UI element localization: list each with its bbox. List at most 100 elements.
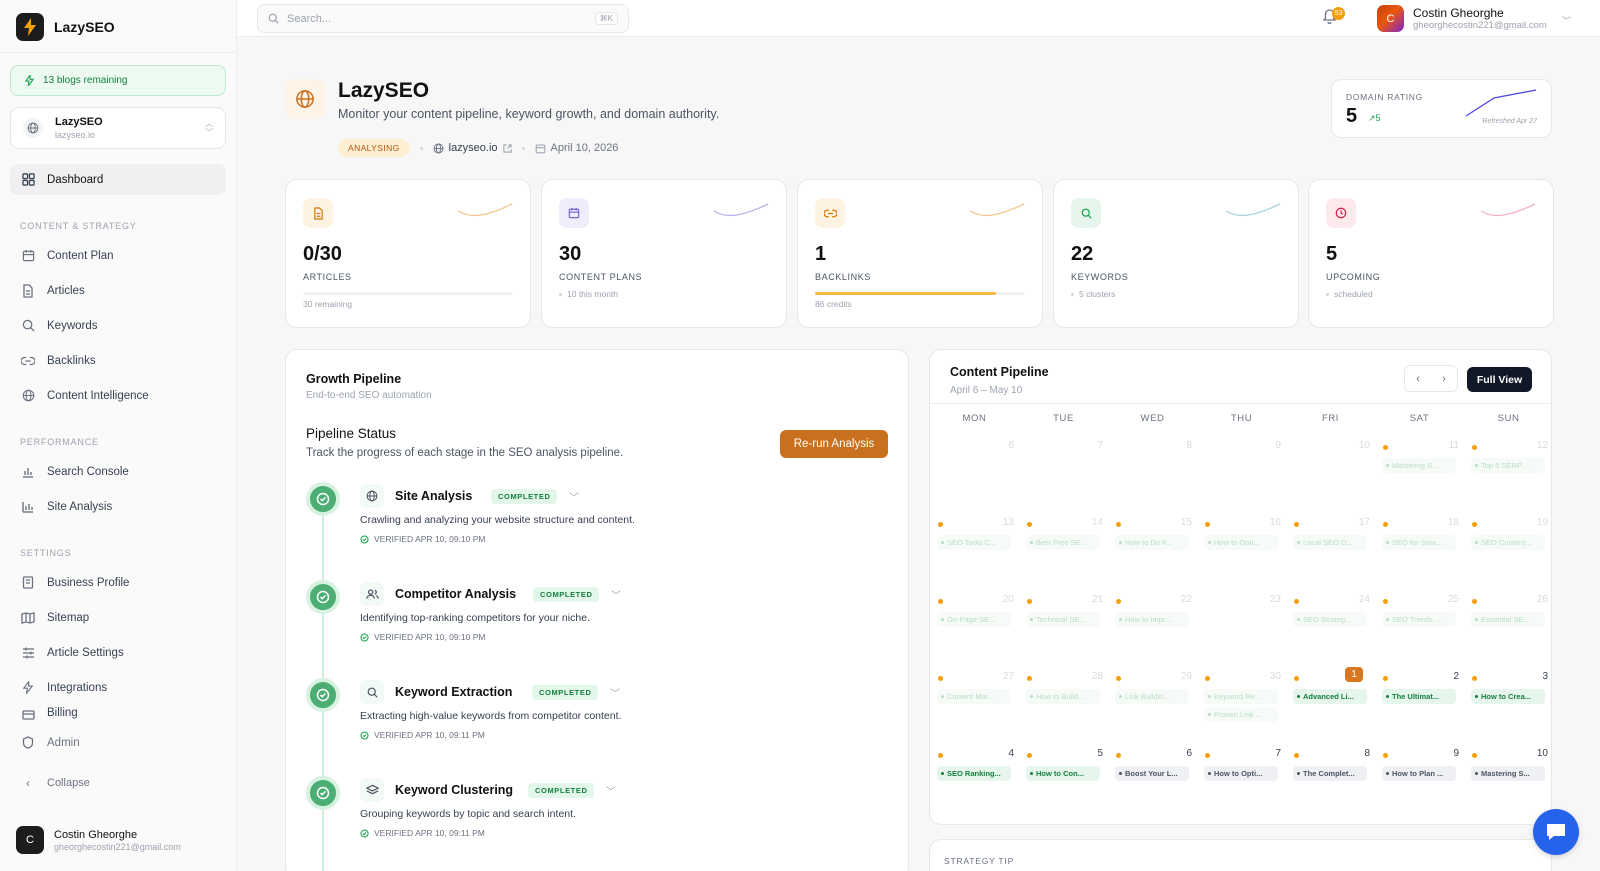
sidebar-item-search-console[interactable]: Search Console [10,456,226,487]
calendar-event[interactable]: Content Mar... [937,689,1011,704]
calendar-event[interactable]: Boost Your L... [1115,766,1189,781]
calendar-event[interactable]: Link Buildin... [1115,689,1189,704]
sidebar-item-billing[interactable]: Billing [10,707,226,723]
calendar-day-number[interactable]: 12 [1528,440,1548,451]
calendar-event[interactable]: Keyword Re... [1204,689,1278,704]
calendar-day-number[interactable]: 14 [1083,517,1103,528]
calendar-event[interactable]: Advanced Li... [1293,689,1367,704]
calendar-day-number[interactable]: 17 [1350,517,1370,528]
calendar-event[interactable]: Mastering S... [1382,458,1456,473]
calendar-event[interactable]: How to Crea... [1471,689,1545,704]
calendar-day-number[interactable]: 18 [1439,517,1459,528]
calendar-day-number[interactable]: 9 [1261,440,1281,451]
chevron-right-icon[interactable]: › [1442,373,1446,385]
calendar-event[interactable]: On-Page SE... [937,612,1011,627]
calendar-day-number[interactable]: 16 [1261,517,1281,528]
sidebar-item-sitemap[interactable]: Sitemap [10,602,226,633]
chevron-down-icon[interactable]: ﹀ [611,587,621,602]
sidebar-item-business-profile[interactable]: Business Profile [10,567,226,598]
calendar-day-number[interactable]: 11 [1439,440,1459,451]
calendar-event[interactable]: SEO Tools C... [937,535,1011,550]
stat-card-upcoming[interactable]: 5 UPCOMING scheduled [1308,179,1554,328]
stat-card-content-plans[interactable]: 30 CONTENT PLANS 10 this month [541,179,787,328]
calendar-event[interactable]: Top 5 SERP ... [1471,458,1545,473]
calendar-day-number[interactable]: 29 [1172,671,1192,682]
calendar-day-number[interactable]: 26 [1528,594,1548,605]
calendar-day-number[interactable]: 27 [994,671,1014,682]
calendar-event[interactable]: How to Impr... [1115,612,1189,627]
calendar-day-number[interactable]: 25 [1439,594,1459,605]
calendar-day-number[interactable]: 10 [1350,440,1370,451]
search-input[interactable]: Search... ⌘K [257,4,629,33]
sidebar-user[interactable]: C Costin Gheorghe gheorghecostin221@gmai… [16,826,181,854]
calendar-day-number[interactable]: 19 [1528,517,1548,528]
calendar-event[interactable]: Technical SE... [1026,612,1100,627]
calendar-day-number[interactable]: 6 [994,440,1014,451]
calendar-event[interactable]: SEO for Sma... [1382,535,1456,550]
calendar-event[interactable]: Local SEO O... [1293,535,1367,550]
sidebar-item-article-settings[interactable]: Article Settings [10,637,226,668]
chat-button[interactable] [1533,809,1579,855]
calendar-event[interactable]: The Complet... [1293,766,1367,781]
calendar-day-number[interactable]: 6 [1172,748,1192,759]
brand[interactable]: LazySEO [16,13,115,41]
calendar-day-number[interactable]: 8 [1172,440,1192,451]
sidebar-item-admin[interactable]: Admin [10,727,226,758]
sidebar-item-content-plan[interactable]: Content Plan [10,240,226,271]
calendar-day-number[interactable]: 3 [1528,671,1548,682]
sidebar-item-articles[interactable]: Articles [10,275,226,306]
calendar-day-number[interactable]: 24 [1350,594,1370,605]
full-view-button[interactable]: Full View [1467,367,1532,392]
calendar-event[interactable]: How to Build... [1026,689,1100,704]
calendar-day-number[interactable]: 7 [1261,748,1281,759]
calendar-day-number[interactable]: 23 [1261,594,1281,605]
calendar-day-number[interactable]: 15 [1172,517,1192,528]
calendar-day-number[interactable]: 21 [1083,594,1103,605]
calendar-event[interactable]: Best Free SE... [1026,535,1100,550]
calendar-event[interactable]: How to Plan ... [1382,766,1456,781]
chevron-down-icon[interactable]: ﹀ [1562,14,1571,27]
calendar-event[interactable]: SEO Content... [1471,535,1545,550]
calendar-event[interactable]: Mastering S... [1471,766,1545,781]
calendar-day-number[interactable]: 4 [994,748,1014,759]
calendar-day-number[interactable]: 5 [1083,748,1103,759]
sidebar-item-backlinks[interactable]: Backlinks [10,345,226,376]
calendar-day-number[interactable]: 22 [1172,594,1192,605]
sidebar-item-integrations[interactable]: Integrations [10,672,226,703]
calendar-event[interactable]: How to Con... [1026,766,1100,781]
stat-card-backlinks[interactable]: 1 BACKLINKS 86 credits [797,179,1043,328]
calendar-day-number[interactable]: 30 [1261,671,1281,682]
chevron-down-icon[interactable]: ﹀ [610,685,620,700]
calendar-event[interactable]: How to Do K... [1115,535,1189,550]
calendar-day-number[interactable]: 1 [1345,667,1363,682]
sidebar-item-site-analysis[interactable]: Site Analysis [10,491,226,522]
calendar-day-number[interactable]: 10 [1528,748,1548,759]
site-selector[interactable]: LazySEO lazyseo.io ︿ ﹀ [10,107,226,149]
calendar-event[interactable]: Essential SE... [1471,612,1545,627]
calendar-event[interactable]: The Ultimat... [1382,689,1456,704]
calendar-day-number[interactable]: 28 [1083,671,1103,682]
calendar-day-number[interactable]: 8 [1350,748,1370,759]
calendar-event[interactable]: How to Opti... [1204,535,1278,550]
stat-card-articles[interactable]: 0/30 ARTICLES 30 remaining [285,179,531,328]
calendar-event[interactable]: Proven Link ... [1204,707,1278,722]
calendar-day-number[interactable]: 13 [994,517,1014,528]
sidebar-item-keywords[interactable]: Keywords [10,310,226,341]
chevron-down-icon[interactable]: ﹀ [606,783,616,798]
domain-link[interactable]: lazyseo.io [433,142,512,154]
calendar-event[interactable]: SEO Strateg... [1293,612,1367,627]
calendar-event[interactable]: How to Opti... [1204,766,1278,781]
calendar-day-number[interactable]: 20 [994,594,1014,605]
rerun-analysis-button[interactable]: Re-run Analysis [780,430,888,458]
blogs-remaining-banner[interactable]: 13 blogs remaining [10,65,226,96]
chevron-left-icon[interactable]: ‹ [1416,373,1420,385]
domain-rating-card[interactable]: DOMAIN RATING 5 ↗5 Refreshed Apr 27 [1331,79,1552,138]
calendar-event[interactable]: SEO Trends ... [1382,612,1456,627]
calendar-day-number[interactable]: 7 [1083,440,1103,451]
user-menu[interactable]: C Costin Gheorghe gheorghecostin221@gmai… [1377,5,1547,32]
calendar-event[interactable]: SEO Ranking... [937,766,1011,781]
sidebar-item-content-intelligence[interactable]: Content Intelligence [10,380,226,411]
stat-card-keywords[interactable]: 22 KEYWORDS 5 clusters [1053,179,1299,328]
calendar-day-number[interactable]: 2 [1439,671,1459,682]
chevron-down-icon[interactable]: ﹀ [569,489,579,504]
